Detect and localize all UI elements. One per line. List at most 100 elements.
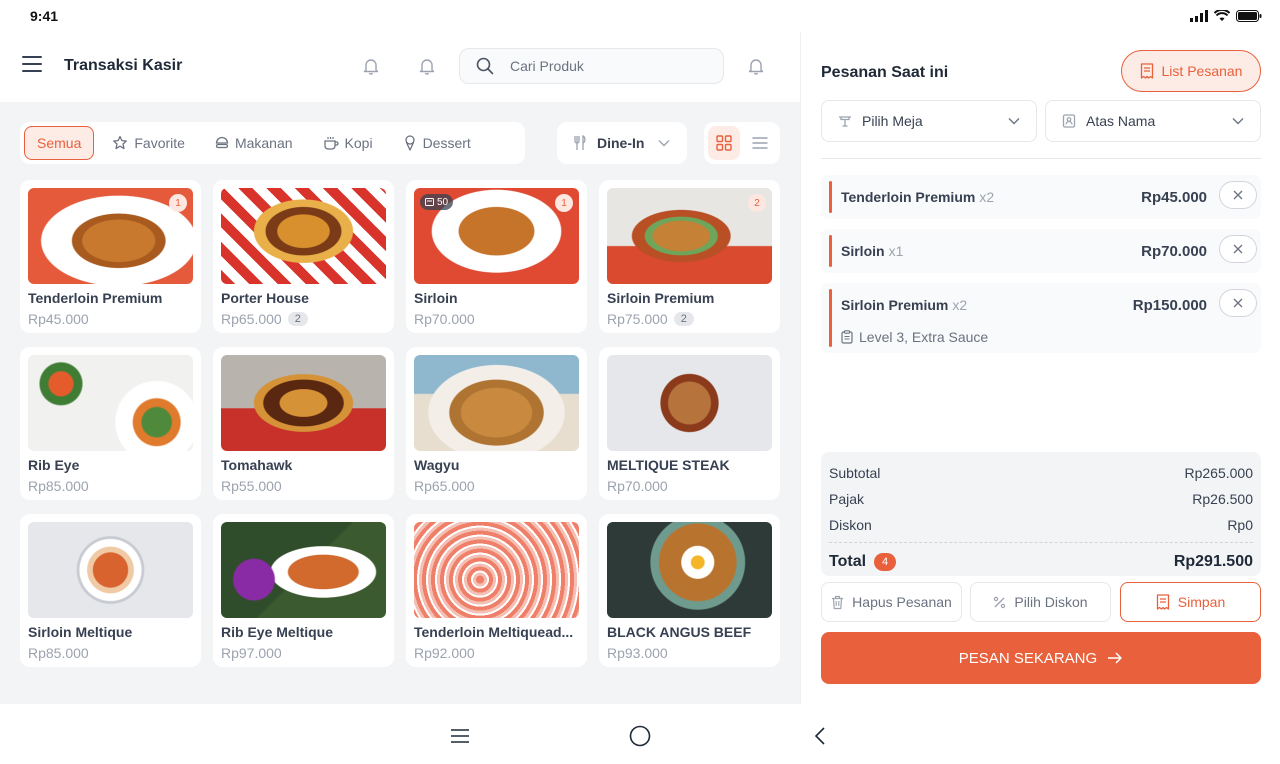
product-name: Rib Eye Meltique [221,624,334,640]
order-list-button[interactable]: List Pesanan [1121,50,1261,92]
tab-semua[interactable]: Semua [24,126,95,160]
item-count-badge: 4 [874,552,897,571]
product-image: 50 1 [414,188,579,284]
receipt-icon [1156,594,1169,610]
search-icon [476,57,494,75]
product-card[interactable]: BLACK ANGUS BEEF Rp93.000 [599,514,780,667]
product-image [221,522,386,618]
status-bar: 9:41 [0,0,1280,32]
select-discount-button[interactable]: Pilih Diskon [970,582,1111,622]
table-icon [839,116,851,127]
save-order-button[interactable]: Simpan [1120,582,1261,622]
product-name: Porter House [221,290,309,306]
total-row: Total 4 Rp291.500 [829,547,1253,577]
product-card[interactable]: 2 Sirloin Premium Rp75.000 2 [599,180,780,333]
product-card[interactable]: MELTIQUE STEAK Rp70.000 [599,347,780,500]
product-grid: 1 Tenderloin Premium Rp45.000 Porter Hou… [20,180,780,667]
product-name: Rib Eye [28,457,80,473]
close-icon [1233,190,1243,200]
order-item: Sirloin x1 Rp70.000 [821,229,1261,273]
product-card[interactable]: 50 1 Sirloin Rp70.000 [406,180,587,333]
product-image [607,355,772,451]
product-card[interactable]: Sirloin Meltique Rp85.000 [20,514,201,667]
bell-icon[interactable] [748,57,764,75]
circle-icon [629,725,651,747]
dessert-icon [404,135,415,151]
product-name: Tenderloin Meltiquead... [414,624,574,640]
product-image [414,355,579,451]
customer-name-select[interactable]: Atas Nama [1045,100,1261,142]
product-name: MELTIQUE STEAK [607,457,730,473]
item-marker [829,181,832,213]
cart-count-badge: 2 [748,194,766,212]
bell-icon[interactable] [363,57,379,75]
system-nav-bar [0,704,1280,764]
product-price: Rp45.000 [28,311,89,327]
service-type-value: Dine-In [597,135,645,151]
tab-label: Kopi [344,135,373,151]
product-card[interactable]: Rib Eye Meltique Rp97.000 [213,514,394,667]
tab-favorite[interactable]: Favorite [100,126,197,160]
product-price: Rp85.000 [28,645,89,661]
product-image [221,355,386,451]
back-button[interactable] [808,724,832,748]
select-discount-label: Pilih Diskon [1014,594,1088,610]
box-icon [425,198,434,206]
product-area: Semua Favorite Makanan Kopi Dessert Dine… [0,102,800,704]
discount-row: Diskon Rp0 [829,517,1253,533]
order-list-label: List Pesanan [1161,63,1243,79]
remove-item-button[interactable] [1219,289,1257,317]
product-card[interactable]: Wagyu Rp65.000 [406,347,587,500]
service-type-select[interactable]: Dine-In [557,122,687,164]
qty-pill: 2 [287,312,308,326]
order-item-qty: x2 [952,297,968,313]
tab-kopi[interactable]: Kopi [311,126,385,160]
product-card[interactable]: Tenderloin Meltiquead... Rp92.000 [406,514,587,667]
grid-view-button[interactable] [708,126,740,160]
discount-value: Rp0 [1227,517,1253,533]
product-card[interactable]: Tomahawk Rp55.000 [213,347,394,500]
remove-item-button[interactable] [1219,181,1257,209]
product-card[interactable]: Porter House Rp65.000 2 [213,180,394,333]
home-button[interactable] [628,724,652,748]
order-panel: Pesanan Saat ini List Pesanan Pilih Meja… [800,32,1280,704]
tab-label: Semua [37,135,82,151]
signal-icon [1190,10,1208,22]
chevron-left-icon [814,727,825,745]
subtotal-row: Subtotal Rp265.000 [829,465,1253,481]
product-price: Rp97.000 [221,645,282,661]
table-select[interactable]: Pilih Meja [821,100,1037,142]
order-item-note-text: Level 3, Extra Sauce [859,329,989,345]
menu-icon[interactable] [22,56,42,74]
chevron-down-icon [1232,118,1244,125]
item-marker [829,235,832,267]
delete-order-button[interactable]: Hapus Pesanan [821,582,962,622]
product-name: Tomahawk [221,457,293,473]
close-icon [1233,244,1243,254]
search-bar[interactable] [459,48,724,84]
order-now-button[interactable]: PESAN SEKARANG [821,632,1261,684]
order-title: Pesanan Saat ini [821,64,949,81]
product-card[interactable]: 1 Tenderloin Premium Rp45.000 [20,180,201,333]
list-view-button[interactable] [744,126,776,160]
tab-makanan[interactable]: Makanan [203,126,305,160]
chevron-down-icon [658,140,670,147]
trash-icon [832,595,844,609]
bell-icon[interactable] [419,57,435,75]
product-card[interactable]: Rib Eye Rp85.000 [20,347,201,500]
search-input[interactable] [510,58,710,74]
product-name: Wagyu [414,457,460,473]
order-item-name: Tenderloin Premium x2 [841,189,995,205]
page-title: Transaksi Kasir [64,57,183,74]
subtotal-value: Rp265.000 [1184,465,1253,481]
product-price: Rp92.000 [414,645,475,661]
order-item-price: Rp70.000 [1141,243,1207,260]
recent-apps-button[interactable] [448,724,472,748]
remove-item-button[interactable] [1219,235,1257,263]
menu-icon [451,729,469,743]
product-price: Rp65.000 [221,311,282,327]
tab-dessert[interactable]: Dessert [391,126,483,160]
product-image [28,522,193,618]
total-value: Rp291.500 [1173,553,1253,570]
tax-row: Pajak Rp26.500 [829,491,1253,507]
